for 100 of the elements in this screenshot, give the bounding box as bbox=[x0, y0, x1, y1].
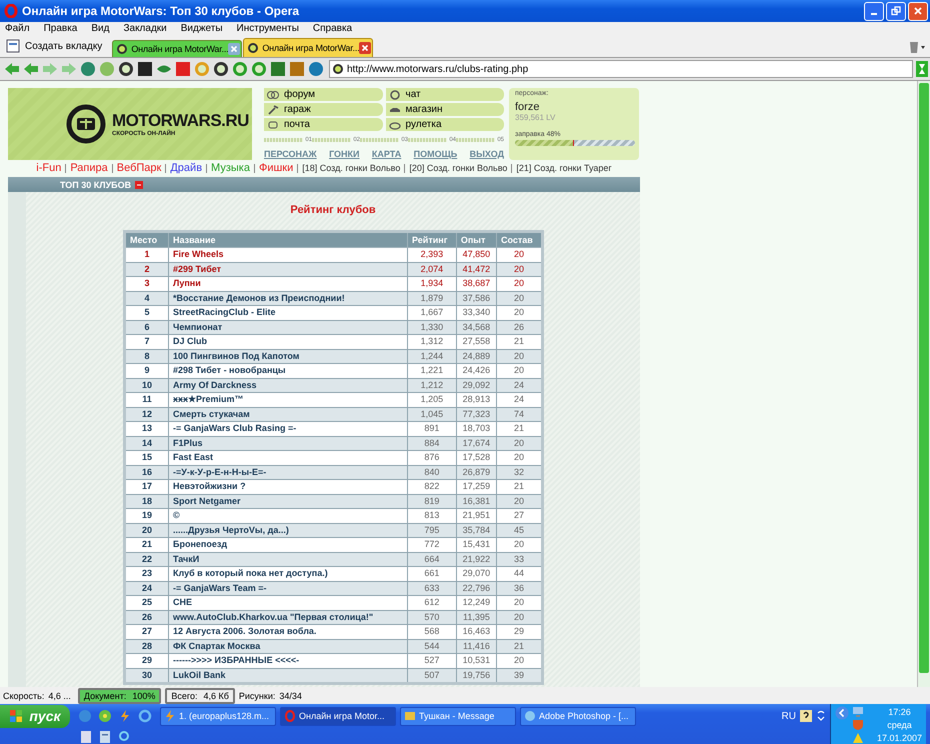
club-link[interactable]: Невэтойжизни ? bbox=[168, 480, 408, 494]
hourglass-icon[interactable] bbox=[916, 61, 928, 77]
menu-item[interactable]: Справка bbox=[312, 23, 352, 36]
quick-link[interactable]: ВебПарк bbox=[116, 162, 162, 174]
section-link[interactable]: ГОНКИ bbox=[329, 149, 360, 159]
club-link[interactable]: Смерть стукачам bbox=[168, 407, 408, 422]
section-link[interactable]: ВЫХОД bbox=[470, 149, 504, 159]
address-field[interactable]: http://www.motorwars.ru/clubs-rating.php bbox=[329, 60, 913, 78]
quick-link[interactable]: Драйв bbox=[170, 162, 202, 174]
collapse-icon[interactable] bbox=[135, 180, 144, 188]
club-link[interactable]: Sport Netgamer bbox=[168, 494, 408, 508]
club-link[interactable]: -= GanjaWars Team =- bbox=[168, 581, 408, 596]
circle-icon[interactable] bbox=[308, 61, 324, 77]
table-cell: 34,568 bbox=[456, 320, 496, 334]
menu-item[interactable]: Правка bbox=[44, 23, 78, 36]
new-tab-button[interactable]: Создать вкладку bbox=[4, 37, 108, 57]
back-arrow-icon[interactable] bbox=[23, 61, 39, 77]
character-name[interactable]: forze bbox=[515, 101, 635, 113]
club-link[interactable]: CHE bbox=[168, 596, 408, 610]
character-money: 359,561 LV bbox=[515, 113, 556, 122]
club-link[interactable]: www.AutoClub.Kharkov.ua "Первая столица!" bbox=[168, 610, 408, 624]
club-link[interactable]: Бронепоезд bbox=[168, 538, 408, 552]
taskbar-button[interactable]: 1. (europaplus128.m... bbox=[160, 706, 276, 726]
nav-link[interactable]: гараж bbox=[264, 103, 382, 116]
close-icon[interactable] bbox=[228, 43, 240, 55]
document-icon[interactable] bbox=[80, 730, 92, 744]
table-cell: 822 bbox=[408, 480, 456, 494]
chevron-icon[interactable] bbox=[834, 706, 849, 720]
club-link[interactable]: LukOil Bank bbox=[168, 668, 408, 684]
nav-link[interactable]: чат bbox=[386, 88, 504, 101]
network-icon[interactable] bbox=[816, 710, 826, 722]
quick-link[interactable]: Рапира bbox=[70, 162, 108, 174]
restore-button[interactable] bbox=[886, 2, 906, 20]
club-link[interactable]: F1Plus bbox=[168, 436, 408, 450]
club-link[interactable]: 100 Пингвинов Под Капотом bbox=[168, 349, 408, 364]
club-link[interactable]: 12 Августа 2006. Золотая вобла. bbox=[168, 624, 408, 639]
taskbar-button[interactable]: Тушкан - Message bbox=[400, 706, 516, 726]
club-link[interactable]: -=У-к-У-р-Е-н-Н-ы-Е=- bbox=[168, 465, 408, 480]
quick-link[interactable]: i-Fun bbox=[36, 162, 62, 174]
table-cell: 507 bbox=[408, 668, 456, 684]
table-cell: 27 bbox=[496, 508, 542, 523]
nav-link[interactable]: форум bbox=[264, 88, 382, 101]
site-icon[interactable] bbox=[213, 61, 229, 77]
club-link[interactable]: *Восстание Демонов из Преисподнии! bbox=[168, 291, 408, 306]
club-link[interactable]: -= GanjaWars Club Rasing =- bbox=[168, 422, 408, 436]
tab[interactable]: Онлайн игра MotorWar... bbox=[112, 40, 242, 57]
nav-link[interactable]: рулетка bbox=[386, 118, 504, 131]
menu-item[interactable]: Закладки bbox=[123, 23, 167, 36]
menu-item[interactable]: Вид bbox=[91, 23, 110, 36]
nav-link[interactable]: магазин bbox=[386, 103, 504, 116]
monitor-icon[interactable] bbox=[852, 706, 864, 718]
lightning-icon[interactable] bbox=[118, 709, 132, 723]
ring-icon[interactable] bbox=[251, 61, 267, 77]
club-link[interactable]: Fast East bbox=[168, 450, 408, 465]
section-link[interactable]: ПЕРСОНАЖ bbox=[264, 149, 317, 159]
club-link[interactable]: Чемпионат bbox=[168, 320, 408, 334]
club-link[interactable]: Fire Wheels bbox=[168, 248, 408, 262]
status-value: 34/34 bbox=[279, 690, 302, 700]
race-link[interactable]: [18] Созд. гонки Вольво bbox=[302, 163, 400, 173]
club-link[interactable]: ФК Спартак Москва bbox=[168, 639, 408, 654]
taskbar-button[interactable]: Adobe Photoshop - [... bbox=[520, 706, 636, 726]
help-icon[interactable] bbox=[800, 710, 812, 722]
close-icon[interactable] bbox=[359, 42, 372, 54]
club-link[interactable]: Army Of Darckness bbox=[168, 378, 408, 392]
menu-item[interactable]: Виджеты bbox=[180, 23, 223, 36]
square-icon[interactable] bbox=[137, 61, 153, 77]
close-button[interactable] bbox=[908, 2, 928, 20]
menu-item[interactable]: Файл bbox=[5, 23, 30, 36]
nav-link[interactable]: почта bbox=[264, 118, 382, 131]
minimize-button[interactable] bbox=[864, 2, 884, 20]
site-icon[interactable] bbox=[118, 61, 134, 77]
flower-icon[interactable] bbox=[98, 709, 112, 723]
race-link[interactable]: [20] Созд. гонки Вольво bbox=[409, 163, 508, 173]
club-link[interactable]: Лупни bbox=[168, 276, 408, 291]
club-link[interactable]: Клуб в который пока нет доступа.) bbox=[168, 566, 408, 581]
section-link[interactable]: КАРТА bbox=[372, 149, 402, 159]
club-link[interactable]: DJ Club bbox=[168, 334, 408, 349]
taskbar-button[interactable]: Онлайн игра Motor... bbox=[280, 706, 396, 726]
document-icon[interactable] bbox=[99, 730, 111, 744]
club-link[interactable]: © bbox=[168, 508, 408, 523]
club-link[interactable]: #299 Тибет bbox=[168, 262, 408, 276]
quick-link[interactable]: Фишки bbox=[258, 162, 294, 174]
section-link[interactable]: ПОМОЩЬ bbox=[414, 149, 458, 159]
race-link[interactable]: [21] Созд. гонки Туарег bbox=[516, 163, 612, 173]
tab[interactable]: Онлайн игра MotorWar... bbox=[243, 38, 374, 57]
warning-icon[interactable] bbox=[852, 732, 864, 744]
club-link[interactable]: ӿӿӿ★Premium™ bbox=[168, 392, 408, 407]
panel-title: ТОП 30 КЛУБОВ bbox=[60, 180, 132, 190]
table-cell: 2,074 bbox=[408, 262, 456, 276]
scrollbar[interactable] bbox=[917, 81, 930, 687]
club-link[interactable]: #298 Тибет - новобранцы bbox=[168, 364, 408, 378]
language-indicator[interactable]: RU bbox=[782, 710, 796, 722]
trash-icon[interactable] bbox=[908, 40, 926, 54]
club-link[interactable]: ------>>>> ИЗБРАННЫЕ <<<<- bbox=[168, 654, 408, 668]
table-cell: 33 bbox=[496, 552, 542, 566]
club-link[interactable]: ТачкИ bbox=[168, 552, 408, 566]
menu-item[interactable]: Инструменты bbox=[236, 23, 299, 36]
club-link[interactable]: StreetRacingClub - Elite bbox=[168, 306, 408, 320]
back-arrow-icon[interactable] bbox=[4, 61, 20, 77]
club-link[interactable]: ......Друзья ЧертоVы, да...) bbox=[168, 523, 408, 538]
